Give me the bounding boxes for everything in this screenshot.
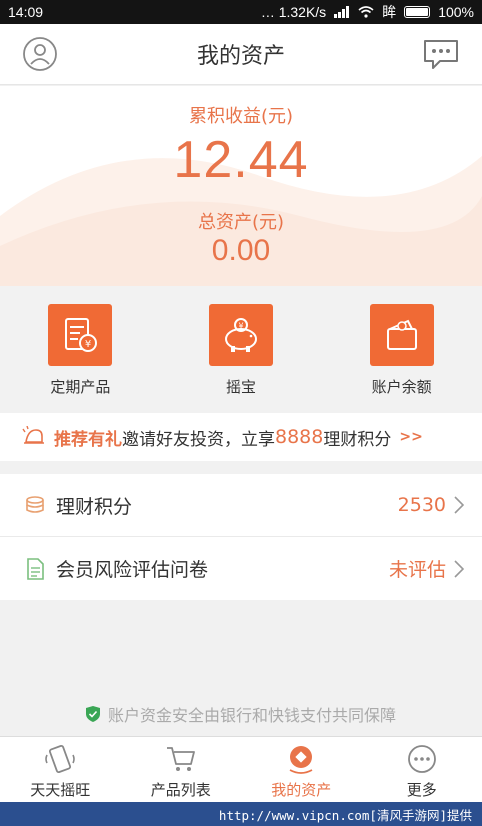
tab-more[interactable]: 更多 <box>362 737 482 802</box>
referral-text: 邀请好友投资，立享 <box>122 429 275 450</box>
tab-products[interactable]: 产品列表 <box>121 737 242 802</box>
svg-text:¥: ¥ <box>85 339 91 350</box>
referral-banner[interactable]: 推荐有礼 邀请好友投资，立享 8888 理财积分 >> <box>0 413 482 461</box>
shortcut-label: 账户余额 <box>371 378 432 396</box>
watermark: http://www.vipcn.com[清风手游网]提供 <box>0 802 482 826</box>
earnings-summary: 累积收益(元) 12.44 总资产(元) 0.00 <box>0 86 482 286</box>
shield-check-icon <box>85 706 100 722</box>
list-item-value: 未评估 <box>388 559 446 581</box>
page-header: 我的资产 <box>0 24 482 85</box>
total-assets-value: 0.00 <box>211 234 271 267</box>
chevron-right-icon <box>454 496 464 514</box>
security-note: 账户资金安全由银行和快钱支付共同保障 <box>0 702 482 726</box>
piggy-bank-icon: ¥ <box>225 318 257 352</box>
tab-label: 天天摇旺 <box>30 781 91 799</box>
page-title: 我的资产 <box>196 44 285 69</box>
battery-level: 100% <box>438 4 474 20</box>
referral-text-suffix: 理财积分 <box>323 429 392 450</box>
tab-label: 我的资产 <box>271 781 332 799</box>
list-item-label: 理财积分 <box>56 495 133 518</box>
bottom-tab-bar: 天天摇旺 产品列表 我的资产 更多 <box>0 736 482 802</box>
referral-arrow: >> <box>399 429 423 445</box>
shortcut-fixed-products[interactable]: ¥ 定期产品 <box>0 286 161 410</box>
shortcut-label: 定期产品 <box>50 378 111 396</box>
assets-icon <box>289 746 313 774</box>
shortcut-label: 摇宝 <box>226 378 257 396</box>
shake-phone-icon <box>45 744 76 774</box>
security-note-text: 账户资金安全由银行和快钱支付共同保障 <box>107 706 396 725</box>
list-item-points[interactable]: 理财积分 2530 <box>0 474 482 537</box>
document-icon <box>27 557 44 580</box>
total-assets-label: 总资产(元) <box>197 212 285 233</box>
chat-bubble-icon[interactable] <box>422 38 460 72</box>
user-icon[interactable] <box>22 36 58 72</box>
list-item-label: 会员风险评估问卷 <box>56 559 209 581</box>
shortcut-grid: ¥ 定期产品 ¥ 摇宝 账户余额 <box>0 286 482 410</box>
carrier-label: 眸 <box>382 4 397 20</box>
chevron-right-icon <box>454 559 464 578</box>
more-icon <box>407 745 436 773</box>
wifi-icon <box>358 6 374 18</box>
asset-list: 理财积分 2530 会员风险评估问卷 未评估 <box>0 474 482 600</box>
status-bar: 14:09 … 1.32K/s 眸 100% <box>0 0 482 24</box>
tab-label: 产品列表 <box>150 781 211 799</box>
coins-icon <box>26 496 44 513</box>
shortcut-balance[interactable]: 账户余额 <box>321 286 482 410</box>
shortcut-yaobao[interactable]: ¥ 摇宝 <box>161 286 322 410</box>
earnings-label: 累积收益(元) <box>188 106 294 127</box>
svg-text:¥: ¥ <box>238 322 243 331</box>
bell-icon <box>22 426 44 444</box>
document-yuan-icon: ¥ <box>65 318 98 352</box>
list-item-risk-survey[interactable]: 会员风险评估问卷 未评估 <box>0 537 482 600</box>
referral-title: 推荐有礼 <box>54 429 122 450</box>
tab-my-assets[interactable]: 我的资产 <box>241 737 362 802</box>
cart-icon <box>166 747 195 771</box>
battery-icon <box>404 6 431 18</box>
wallet-icon <box>386 319 417 350</box>
signal-icon <box>334 6 350 18</box>
status-time: 14:09 <box>8 4 44 20</box>
tab-shake[interactable]: 天天摇旺 <box>0 737 121 802</box>
earnings-value: 12.44 <box>173 131 309 189</box>
list-item-value: 2530 <box>397 494 446 516</box>
tab-label: 更多 <box>406 781 437 799</box>
referral-points: 8888 <box>275 426 324 448</box>
network-speed: … 1.32K/s <box>260 4 327 20</box>
